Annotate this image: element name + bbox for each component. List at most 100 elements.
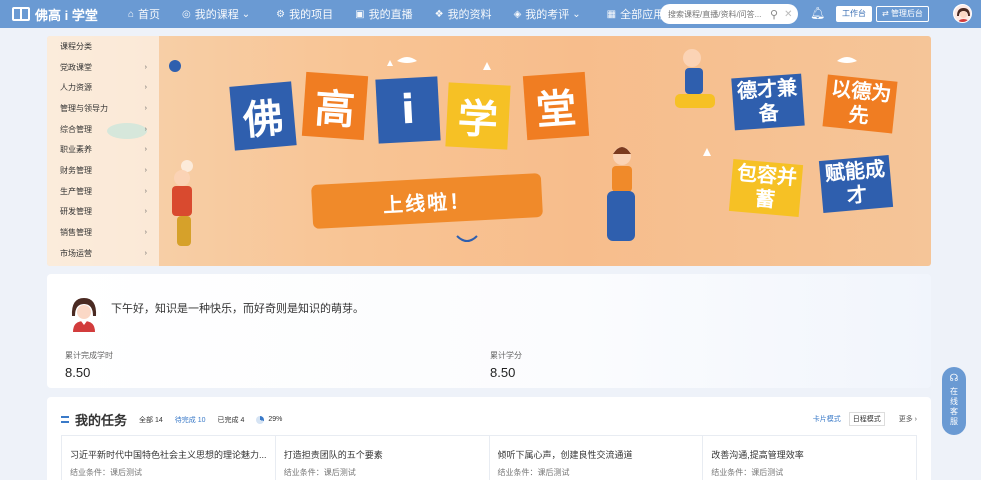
stat-completed-hours: 累计完成学时 8.50 [65,350,113,380]
chevron-right-icon: › [144,104,147,112]
stat-credits: 累计学分 8.50 [490,350,522,380]
banner-slogan: 赋能成才 [818,155,894,213]
apps-icon: ▦ [606,8,617,20]
task-title: 倾听下属心声，创建良性交流通道 [497,450,633,460]
nav-item-my-projects[interactable]: ⚙ 我的项目 [276,6,333,22]
search-input[interactable] [668,9,768,19]
tasks-header: 我的任务 全部 14 待完成 10 已完成 4 29% [61,410,282,429]
task-title: 改善沟通,提高管理效率 [711,450,804,460]
exam-icon: ◈ [513,8,522,20]
logo[interactable]: 佛高 i 学堂 [12,5,102,24]
stat-label: 累计完成学时 [65,351,113,360]
online-service-label: 在线客服 [950,387,958,426]
search-icon[interactable]: ⚲ [770,8,778,21]
card-mode-button[interactable]: 卡片模式 [813,414,841,424]
list-icon [61,416,69,423]
headset-icon: ☊ [949,373,959,384]
chevron-right-icon: › [144,249,147,257]
progress-indicator: 29% [256,415,282,424]
banner-slogan: 德才兼备 [731,73,805,131]
resources-icon: ❖ [434,8,444,20]
task-card[interactable]: 打造担责团队的五个要素 结业条件：课后测试 [276,436,490,480]
banner-title-char: 高 [301,71,369,141]
book-logo-icon [12,7,30,21]
nav-item-home[interactable]: ⌂ 首页 [128,6,160,22]
nav-item-all-apps[interactable]: ▦ 全部应用 [607,6,664,22]
tasks-section: 我的任务 全部 14 待完成 10 已完成 4 29% 卡片模式 日程模式 更多… [47,397,931,480]
task-condition: 结业条件：课后测试 [711,468,784,477]
greeting-card: 下午好，知识是一种快乐，而好奇则是知识的萌芽。 累计完成学时 8.50 累计学分… [47,274,931,388]
chevron-right-icon: › [144,125,147,133]
projects-icon: ⚙ [276,8,286,20]
bell-icon[interactable]: 🔔︎ [810,6,825,20]
task-title: 打造担责团队的五个要素 [283,450,383,460]
category-item[interactable]: 财务管理 › [47,160,159,181]
main-nav: ⌂ 首页 ◎ 我的课程 ⌄ ⚙ 我的项目 ▣ 我的直播 ❖ 我的资料 ◈ 我的考评 ⌄ ▦ 全部应… [128,6,686,22]
avatar[interactable] [953,4,972,23]
stat-label: 累计学分 [490,351,522,360]
top-nav: 佛高 i 学堂 ⌂ 首页 ◎ 我的课程 ⌄ ⚙ 我的项目 ▣ 我的直播 ❖ 我的资料 ◈ 我的… [0,0,981,28]
category-item[interactable]: 市场运营 › [47,243,159,264]
category-item[interactable]: 研发管理 › [47,202,159,223]
banner-slogan: 包容并蓄 [728,159,804,217]
avatar [67,294,101,332]
banner-title-char: 佛 [229,81,297,151]
task-list: 习近平新时代中国特色社会主义思想的理论魅力... 结业条件：课后测试 打造担责团… [61,435,917,480]
category-item[interactable]: 综合管理 › [47,119,159,140]
live-icon: ▣ [355,8,365,20]
category-panel: 课程分类 党政课堂 › 人力资源 › 管理与领导力 › 综合管理 › 职业素养 › 财务管… [47,36,159,266]
nav-item-my-courses[interactable]: ◎ 我的课程 ⌄ [182,6,254,22]
task-card[interactable]: 改善沟通,提高管理效率 结业条件：课后测试 [703,436,916,480]
stat-value: 8.50 [65,365,91,380]
more-link[interactable]: 更多 › [899,414,917,424]
category-item[interactable]: 课程分类 [47,36,159,57]
category-item[interactable]: 管理与领导力 › [47,98,159,119]
nav-item-my-exams[interactable]: ◈ 我的考评 ⌄ [514,6,585,22]
logo-text: 佛高 i 学堂 [35,7,98,23]
tasks-title: 我的任务 [75,413,128,428]
nav-item-my-resources[interactable]: ❖ 我的资料 [435,6,492,22]
chevron-right-icon: › [144,208,147,216]
home-icon: ⌂ [128,8,135,20]
category-item[interactable]: 党政课堂 › [47,57,159,78]
nav-item-my-live[interactable]: ▣ 我的直播 [355,6,412,22]
greeting-text: 下午好，知识是一种快乐，而好奇则是知识的萌芽。 [111,303,364,315]
chevron-right-icon: › [144,84,147,92]
tab-completed[interactable]: 已完成 4 [218,415,245,425]
chevron-down-icon: ⌄ [241,8,251,20]
banner-slogan: 以德为先 [822,74,898,134]
schedule-mode-button[interactable]: 日程模式 [848,412,885,426]
tab-pending[interactable]: 待完成 10 [175,415,206,425]
category-item[interactable]: 人力资源 › [47,77,159,98]
category-item[interactable]: 销售管理 › [47,222,159,243]
chevron-right-icon: › [144,229,147,237]
task-card[interactable]: 习近平新时代中国特色社会主义思想的理论魅力... 结业条件：课后测试 [62,436,276,480]
chevron-right-icon: › [144,146,147,154]
stat-value: 8.50 [490,365,516,380]
task-condition: 结业条件：课后测试 [497,468,570,477]
category-item[interactable]: 生产管理 › [47,181,159,202]
courses-icon: ◎ [182,8,191,20]
banner-illustration [107,49,857,246]
chevron-down-icon: ⌄ [572,8,581,20]
task-condition: 结业条件：课后测试 [283,468,356,477]
tab-all[interactable]: 全部 14 [139,415,163,425]
hero-banner[interactable]: 课程分类 党政课堂 › 人力资源 › 管理与领导力 › 综合管理 › 职业素养 › 财务管… [47,36,931,266]
view-mode-switch: 卡片模式 日程模式 更多 › [813,412,917,426]
close-icon[interactable]: ✕ [784,9,792,20]
banner-title-char: 学 [445,82,511,150]
online-service-button[interactable]: ☊ 在线客服 [942,367,966,435]
banner-title-char: i [375,76,441,144]
task-condition: 结业条件：课后测试 [70,468,142,477]
banner-title-char: 堂 [522,71,590,141]
chevron-right-icon: › [144,187,147,195]
task-card[interactable]: 倾听下属心声，创建良性交流通道 结业条件：课后测试 [490,436,704,480]
workbench-button[interactable]: 工作台 [836,6,872,22]
task-title: 习近平新时代中国特色社会主义思想的理论魅力... [70,450,267,460]
chevron-right-icon: › [144,63,147,71]
admin-button[interactable]: ⇄ 管理后台 [876,6,929,22]
search-box: ⚲ ✕ [660,4,798,24]
category-item[interactable]: 职业素养 › [47,139,159,160]
chevron-right-icon: › [144,166,147,174]
progress-ring-icon [256,415,265,424]
